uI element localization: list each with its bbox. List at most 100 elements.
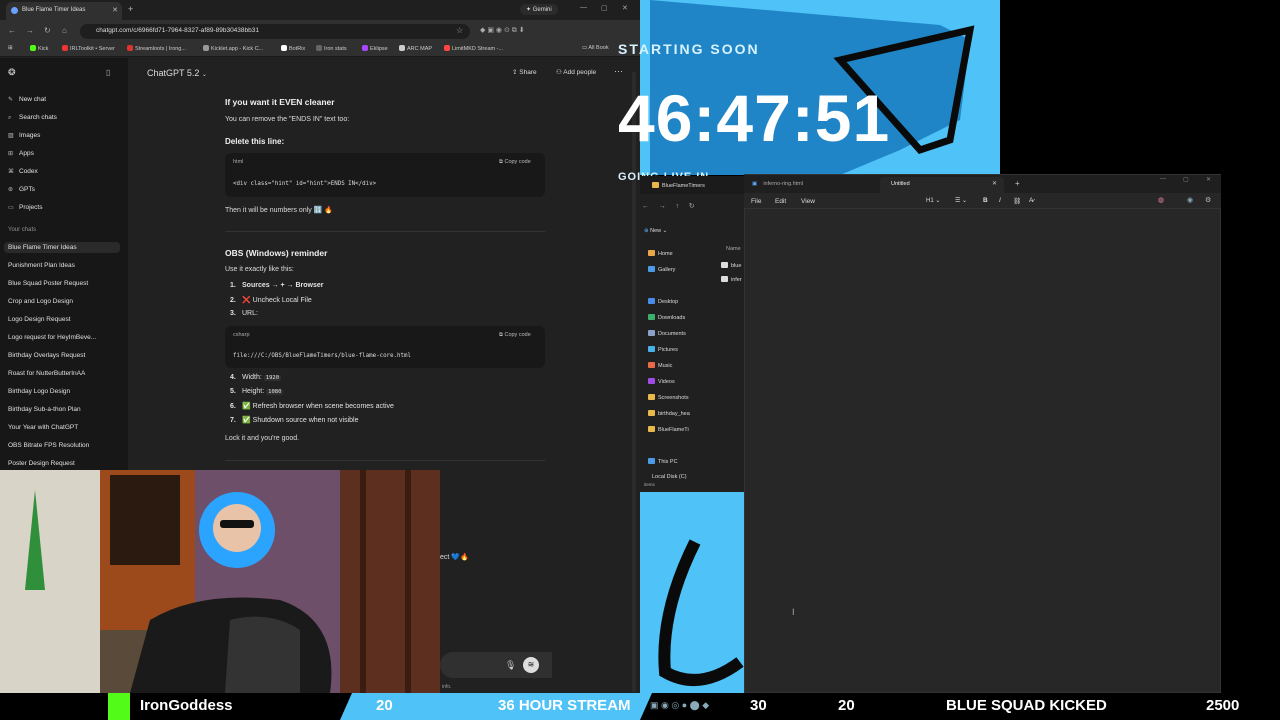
- nav-home[interactable]: Home: [648, 250, 673, 257]
- clear-format-icon[interactable]: A̷: [1029, 197, 1033, 204]
- sidebar-item-images[interactable]: ▨ Images: [8, 132, 40, 139]
- home-icon[interactable]: ⌂: [62, 26, 67, 35]
- column-name[interactable]: Name: [726, 246, 741, 252]
- nav-downloads[interactable]: Downloads: [648, 314, 685, 321]
- chat-item-active[interactable]: Blue Flame Timer Ideas: [4, 242, 120, 253]
- chat-item[interactable]: Crop and Logo Design: [8, 298, 73, 305]
- minimize-icon[interactable]: —: [1160, 176, 1166, 182]
- nav-documents[interactable]: Documents: [648, 330, 686, 337]
- sidebar-item-gpts[interactable]: ⊛ GPTs: [8, 186, 35, 193]
- sidebar-item-new-chat[interactable]: ✎ New chat: [8, 96, 46, 103]
- nav-screenshots[interactable]: Screenshots: [648, 394, 689, 401]
- model-selector[interactable]: ChatGPT 5.2 ⌄: [147, 68, 207, 78]
- refresh-icon[interactable]: ↻: [689, 203, 695, 210]
- forward-icon[interactable]: →: [26, 26, 34, 35]
- chat-item[interactable]: Logo Design Request: [8, 316, 71, 323]
- add-people-button[interactable]: ⚇ Add people: [556, 68, 596, 76]
- bookmark-kicklet[interactable]: Kicklet.app - Kick C...: [203, 45, 263, 52]
- reload-icon[interactable]: ↻: [44, 26, 51, 35]
- extension-icon[interactable]: ◆ ▣ ◉ ⊙ ⧉ ⬇: [480, 26, 525, 35]
- nav-music[interactable]: Music: [648, 362, 672, 369]
- bold-icon[interactable]: B: [983, 197, 988, 204]
- back-icon[interactable]: ←: [8, 26, 16, 35]
- file-item[interactable]: infer: [721, 276, 742, 283]
- bookmark-kick[interactable]: Kick: [30, 45, 48, 52]
- nav-pictures[interactable]: Pictures: [648, 346, 678, 353]
- close-window-icon[interactable]: ✕: [622, 4, 628, 12]
- file-item[interactable]: blue: [721, 262, 741, 269]
- browser-tab[interactable]: Blue Flame Timer Ideas ✕: [6, 2, 122, 20]
- link-icon[interactable]: ⛓: [1013, 197, 1021, 205]
- sidebar-item-projects[interactable]: ▭ Projects: [8, 204, 42, 211]
- more-icon[interactable]: ⋯: [614, 66, 623, 77]
- nav-desktop[interactable]: Desktop: [648, 298, 678, 305]
- bookmark-irltoolkit[interactable]: IRLToolkit • Server: [62, 45, 115, 52]
- heading-dropdown[interactable]: H1 ⌄: [926, 197, 940, 204]
- openai-logo-icon[interactable]: ❂: [8, 67, 16, 78]
- nav-this-pc[interactable]: This PC: [648, 458, 678, 465]
- chat-item[interactable]: Your Year with ChatGPT: [8, 424, 78, 431]
- menu-file[interactable]: File: [751, 198, 761, 205]
- forward-icon[interactable]: →: [659, 203, 666, 210]
- close-icon[interactable]: ✕: [112, 6, 118, 14]
- url-field[interactable]: chatgpt.com/c/6966fd71-7964-8327-af89-89…: [80, 24, 470, 39]
- chat-item[interactable]: Punishment Plan Ideas: [8, 262, 75, 269]
- chat-item[interactable]: Birthday Logo Design: [8, 388, 70, 395]
- menu-edit[interactable]: Edit: [775, 198, 786, 205]
- nav-videos[interactable]: Videos: [648, 378, 675, 385]
- nav-local-disk[interactable]: Local Disk (C): [652, 474, 687, 480]
- sidebar-item-apps[interactable]: ⊞ Apps: [8, 150, 34, 157]
- gemini-button[interactable]: ✦ Gemini: [520, 4, 558, 15]
- chat-item[interactable]: Birthday Overlays Request: [8, 352, 85, 359]
- bookmark-ironstats[interactable]: Iron stats: [316, 45, 347, 52]
- microphone-icon[interactable]: 🎙: [505, 660, 516, 671]
- maximize-icon[interactable]: ▢: [601, 4, 608, 12]
- close-window-icon[interactable]: ✕: [1206, 176, 1211, 183]
- new-tab-icon[interactable]: +: [128, 4, 133, 14]
- menu-view[interactable]: View: [801, 198, 815, 205]
- step-text: ✅ Shutdown source when not visible: [242, 417, 359, 424]
- step-number: 7.: [230, 417, 236, 424]
- copy-code-button[interactable]: ⧉ Copy code: [499, 159, 531, 166]
- voice-mode-button[interactable]: ≋: [523, 657, 539, 673]
- bookmark-eklipse[interactable]: Eklipse: [362, 45, 388, 52]
- back-icon[interactable]: ←: [642, 203, 649, 210]
- settings-icon[interactable]: ⚙: [1205, 196, 1211, 204]
- nav-gallery[interactable]: Gallery: [648, 266, 675, 273]
- share-button[interactable]: ⇪ Share: [512, 68, 537, 76]
- notepad-tab-inactive[interactable]: ▣ inferno-ring.html: [752, 181, 803, 187]
- list-dropdown-icon[interactable]: ☰ ⌄: [955, 197, 967, 204]
- bookmark-arcmap[interactable]: ARC MAP: [399, 45, 432, 52]
- apps-icon[interactable]: ⊞: [8, 45, 13, 51]
- bookmark-limitmkd[interactable]: LimitMKD Stream -...: [444, 45, 503, 52]
- nav-birthday[interactable]: birthday_hea: [648, 410, 690, 417]
- chat-item[interactable]: Blue Squad Poster Request: [8, 280, 88, 287]
- chat-item[interactable]: Logo request for HeyImBeve...: [8, 334, 96, 341]
- maximize-icon[interactable]: ▢: [1183, 176, 1189, 183]
- account-icon[interactable]: ◉: [1187, 196, 1193, 204]
- chat-item[interactable]: Birthday Sub-a-thon Plan: [8, 406, 81, 413]
- bookmark-star-icon[interactable]: ☆: [456, 26, 463, 35]
- bookmark-streamloots[interactable]: Streamloots | Irong...: [127, 45, 186, 52]
- minimize-icon[interactable]: —: [580, 4, 587, 11]
- chat-item[interactable]: Poster Design Request: [8, 460, 75, 467]
- copy-code-button[interactable]: ⧉ Copy code: [499, 332, 531, 339]
- bookmark-botrix[interactable]: BotRix: [281, 45, 305, 52]
- share-label: Share: [519, 69, 537, 76]
- all-bookmarks[interactable]: ▭ All Book: [582, 45, 609, 51]
- italic-icon[interactable]: I: [999, 197, 1001, 204]
- chat-item[interactable]: OBS Bitrate FPS Resolution: [8, 442, 89, 449]
- new-button[interactable]: ⊕ New ⌄: [644, 228, 667, 234]
- up-icon[interactable]: ↑: [675, 203, 679, 210]
- url-text: chatgpt.com/c/6966fd71-7964-8327-af89-89…: [96, 27, 259, 34]
- scrollbar[interactable]: [632, 72, 636, 692]
- sidebar-item-search[interactable]: ⌕ Search chats: [8, 114, 57, 122]
- close-tab-icon[interactable]: ✕: [992, 180, 997, 187]
- nav-blueflame[interactable]: BlueFlameTi: [648, 426, 689, 433]
- section-heading: If you want it EVEN cleaner: [225, 97, 335, 107]
- sidebar-item-codex[interactable]: ⌘ Codex: [8, 168, 38, 175]
- sidebar-toggle-icon[interactable]: ▯: [106, 68, 110, 77]
- copilot-icon[interactable]: ◍: [1158, 196, 1164, 204]
- chat-item[interactable]: Roast for NutterButterInAA: [8, 370, 85, 377]
- new-tab-icon[interactable]: +: [1015, 179, 1020, 188]
